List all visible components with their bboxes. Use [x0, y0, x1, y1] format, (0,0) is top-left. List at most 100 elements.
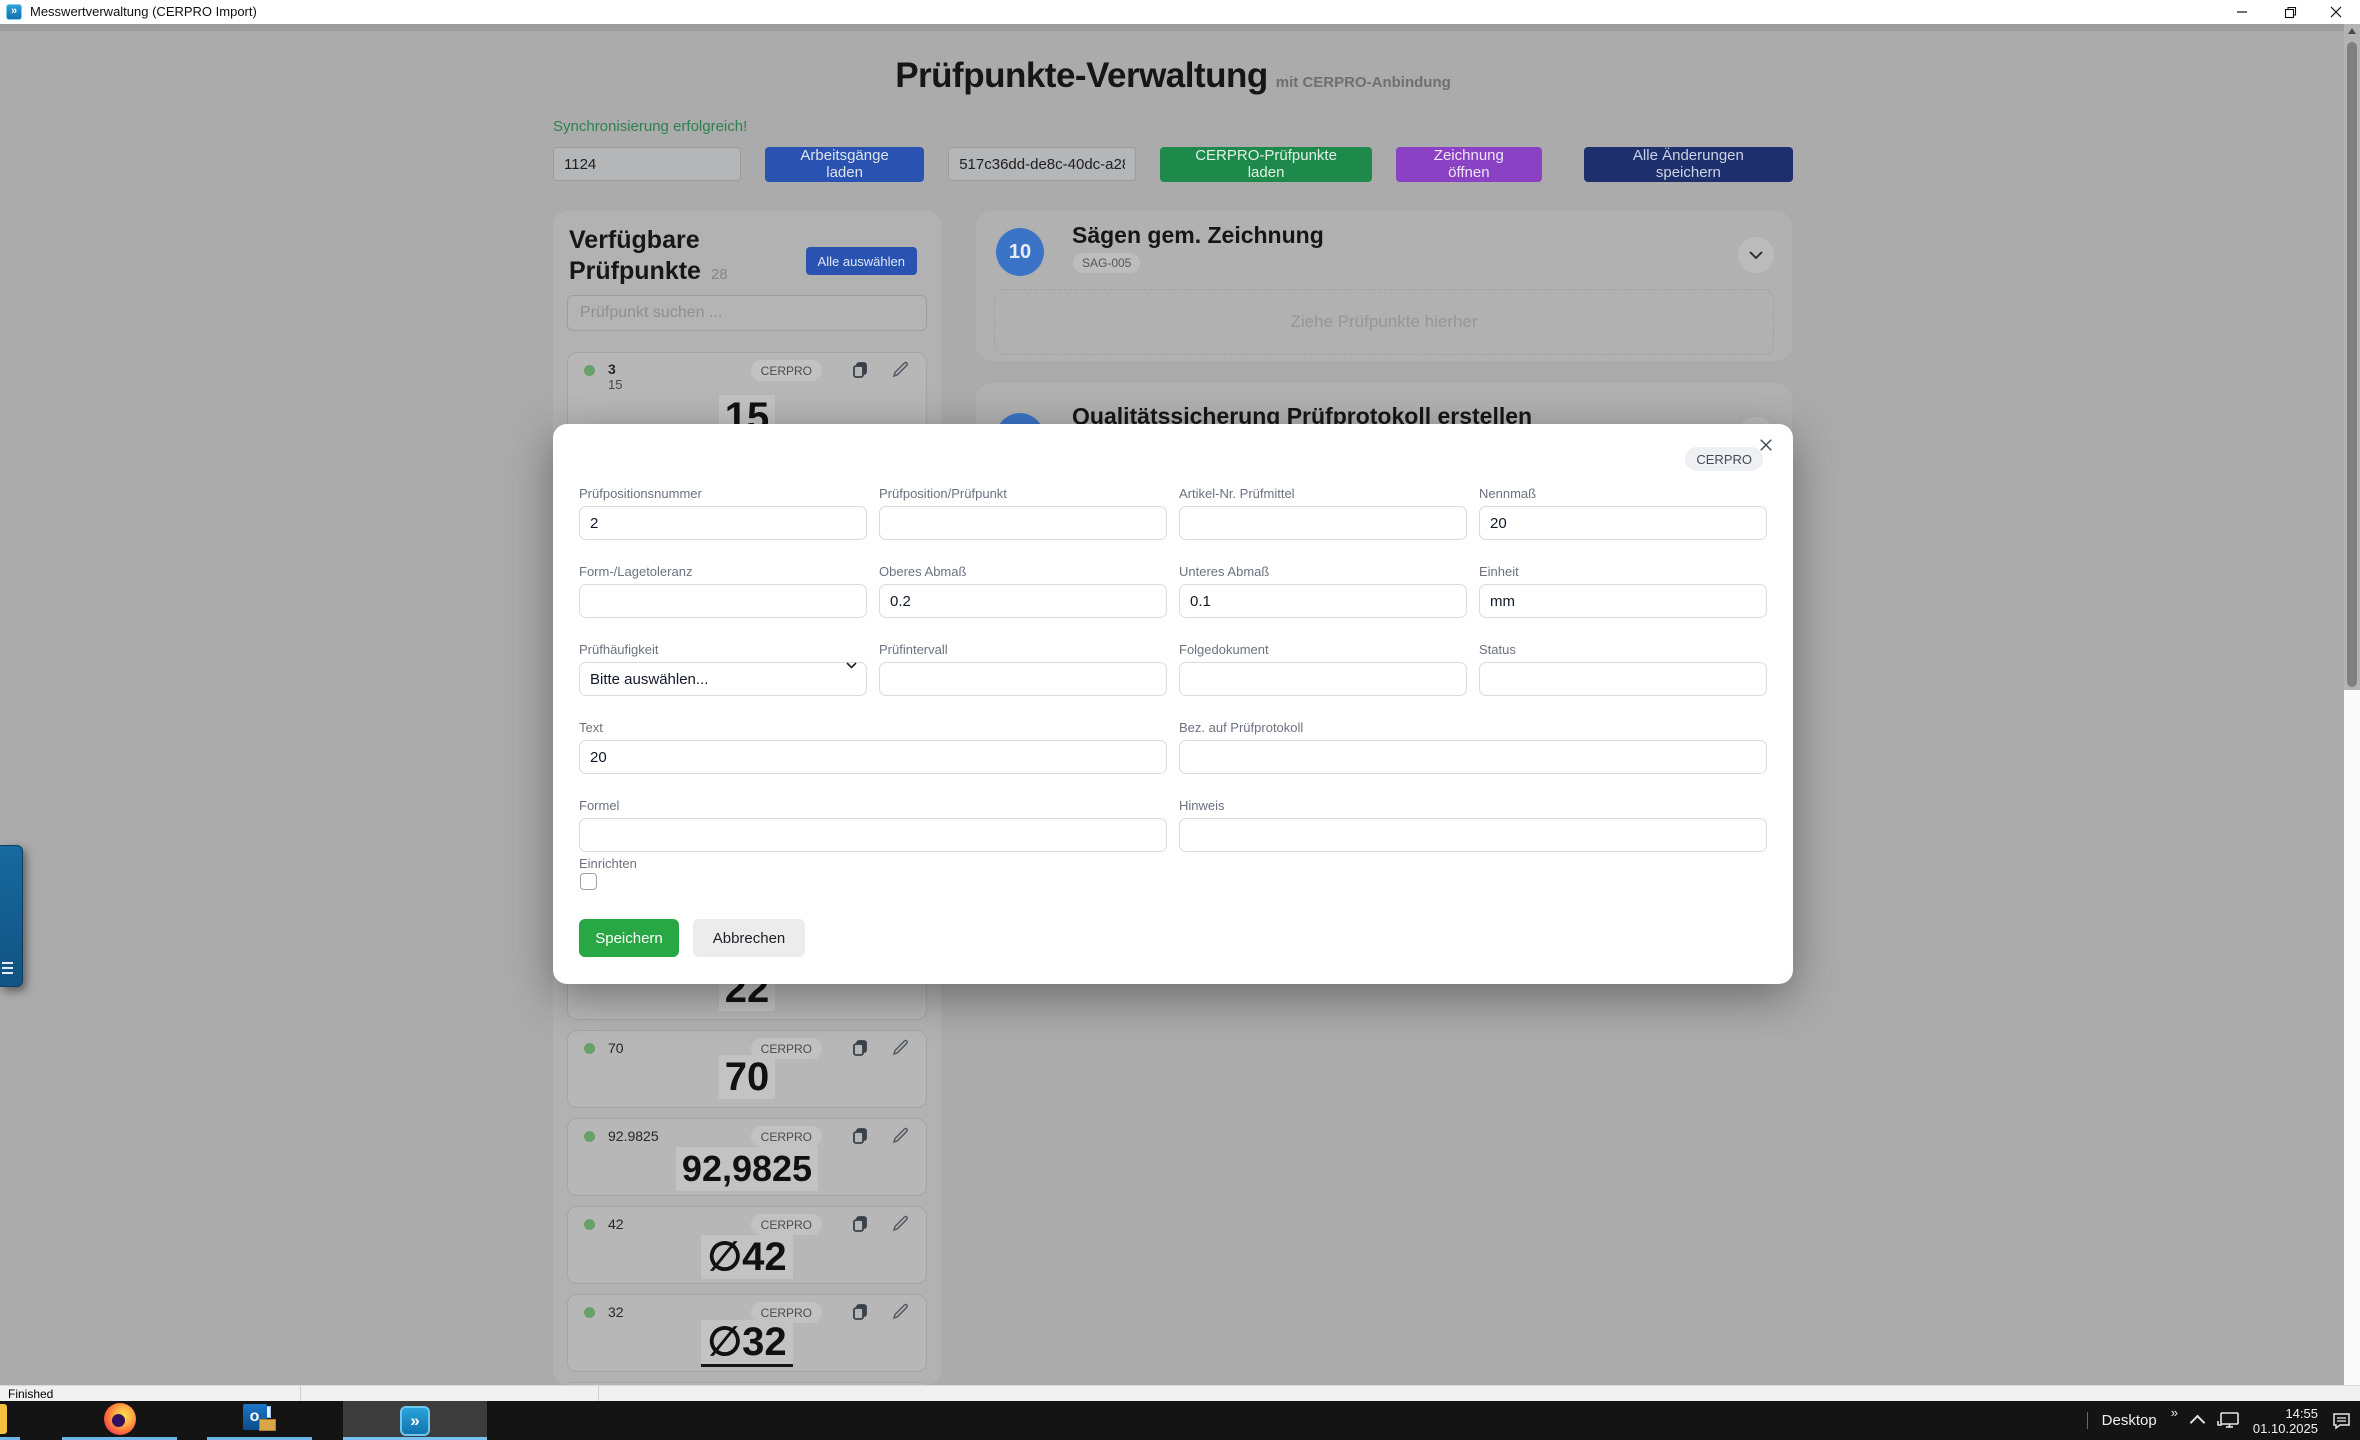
field-hinweis: Hinweis	[1179, 798, 1767, 852]
menu-icon	[2, 962, 13, 977]
docked-side-tab[interactable]	[0, 845, 23, 987]
panel-title: Verfügbare Prüfpunkte28	[569, 225, 728, 290]
field-oberes-abmass: Oberes Abmaß	[879, 564, 1167, 618]
item-name: 92.9825	[608, 1128, 659, 1144]
app-icon: »	[6, 4, 22, 20]
item-name: 42	[608, 1216, 624, 1232]
tray-divider	[2087, 1412, 2088, 1429]
copy-icon[interactable]	[850, 360, 870, 385]
field-pruefhaeufigkeit: Prüfhäufigkeit	[579, 642, 867, 696]
dropzone[interactable]: Ziehe Prüfpunkte hierher	[994, 289, 1774, 355]
select-chevron-icon	[846, 656, 857, 674]
status-bar: Finished	[0, 1385, 2360, 1402]
edit-icon[interactable]	[891, 360, 910, 384]
pruefpositionsnummer-input[interactable]	[579, 506, 867, 540]
item-value: 92,9825	[676, 1147, 818, 1191]
pruefposition-input[interactable]	[879, 506, 1167, 540]
status-input[interactable]	[1479, 662, 1767, 696]
clock[interactable]: 14:55 01.10.2025	[2253, 1406, 2318, 1436]
taskbar: o » Desktop » 14:55 01.10.2025	[0, 1401, 2360, 1440]
select-all-button[interactable]: Alle auswählen	[806, 247, 917, 275]
modal-close-icon[interactable]	[1753, 432, 1779, 458]
hinweis-input[interactable]	[1179, 818, 1767, 852]
scrollbar-track[interactable]	[2344, 690, 2360, 1385]
page-subtitle: mit CERPRO-Anbindung	[1276, 74, 1451, 91]
load-cerpro-button[interactable]: CERPRO-Prüfpunkte laden	[1160, 147, 1372, 182]
item-value: ∅42	[701, 1235, 792, 1279]
firefox-taskbar-button[interactable]	[62, 1401, 177, 1437]
field-text: Text	[579, 720, 1167, 774]
cerpro-badge: CERPRO	[751, 1126, 822, 1147]
outlook-icon: o	[243, 1404, 277, 1434]
field-folgedokument: Folgedokument	[1179, 642, 1467, 696]
field-unteres-abmass: Unteres Abmaß	[1179, 564, 1467, 618]
field-artikel: Artikel-Nr. Prüfmittel	[1179, 486, 1467, 540]
list-item[interactable]: 70 CERPRO 70	[567, 1030, 927, 1108]
desktop-toolbar[interactable]: Desktop	[2102, 1412, 2157, 1429]
open-drawing-button[interactable]: Zeichnung öffnen	[1396, 147, 1542, 182]
workflow-step-saegen: 10 Sägen gem. Zeichnung SAG-005 Ziehe Pr…	[976, 211, 1792, 361]
pruefintervall-input[interactable]	[879, 662, 1167, 696]
status-divider	[300, 1386, 301, 1402]
list-item[interactable]: 42 CERPRO ∅42	[567, 1206, 927, 1284]
points-count: 28	[711, 266, 728, 283]
outlook-taskbar-button[interactable]: o	[207, 1401, 312, 1437]
toleranz-input[interactable]	[579, 584, 867, 618]
modal-save-button[interactable]: Speichern	[579, 919, 679, 957]
close-button[interactable]	[2314, 0, 2358, 24]
order-number-input[interactable]	[553, 147, 741, 181]
status-divider	[598, 1386, 599, 1402]
status-dot-icon	[584, 1307, 595, 1318]
folgedokument-input[interactable]	[1179, 662, 1467, 696]
status-text: Finished	[8, 1387, 53, 1401]
step-code-badge: SAG-005	[1073, 253, 1140, 273]
pruefhaeufigkeit-select[interactable]	[579, 662, 867, 696]
partial-app-icon[interactable]	[0, 1404, 7, 1434]
search-input[interactable]	[567, 295, 927, 331]
oberes-abmass-input[interactable]	[879, 584, 1167, 618]
minimize-button[interactable]	[2220, 0, 2264, 24]
toolbar: Arbeitsgänge laden CERPRO-Prüfpunkte lad…	[553, 146, 1793, 182]
save-all-button[interactable]: Alle Änderungen speichern	[1584, 147, 1793, 182]
active-app-taskbar-button[interactable]: »	[343, 1401, 487, 1440]
scrollbar-up-icon[interactable]	[2348, 28, 2356, 34]
field-pruefintervall: Prüfintervall	[879, 642, 1167, 696]
einheit-input[interactable]	[1479, 584, 1767, 618]
messwertverwaltung-icon: »	[400, 1406, 430, 1436]
step-number-badge: 10	[996, 228, 1044, 276]
status-dot-icon	[584, 1219, 595, 1230]
item-value: ∅32	[701, 1320, 792, 1367]
einrichten-checkbox[interactable]	[580, 873, 597, 890]
artikel-input[interactable]	[1179, 506, 1467, 540]
item-name: 70	[608, 1040, 624, 1056]
field-toleranz: Form-/Lagetoleranz	[579, 564, 867, 618]
field-einheit: Einheit	[1479, 564, 1767, 618]
uuid-input[interactable]	[948, 147, 1136, 181]
modal-cerpro-badge: CERPRO	[1685, 447, 1763, 471]
clock-time: 14:55	[2253, 1406, 2318, 1421]
collapse-step-button[interactable]	[1738, 237, 1774, 273]
unteres-abmass-input[interactable]	[1179, 584, 1467, 618]
scrollbar-thumb[interactable]	[2347, 42, 2357, 687]
action-center-icon[interactable]	[2332, 1412, 2352, 1430]
toolbar-overflow-icon[interactable]: »	[2171, 1405, 2178, 1420]
restore-button[interactable]	[2268, 0, 2312, 24]
cerpro-badge: CERPRO	[751, 360, 822, 381]
list-item[interactable]: 92.9825 CERPRO 92,9825	[567, 1118, 927, 1196]
text-input[interactable]	[579, 740, 1167, 774]
page-title: Prüfpunkte-Verwaltungmit CERPRO-Anbindun…	[553, 56, 1793, 96]
item-name: 3	[608, 361, 622, 377]
item-subvalue: 15	[608, 377, 622, 392]
field-status: Status	[1479, 642, 1767, 696]
system-tray: Desktop » 14:55 01.10.2025	[2087, 1401, 2352, 1440]
load-operations-button[interactable]: Arbeitsgänge laden	[765, 147, 924, 182]
cerpro-badge: CERPRO	[751, 1214, 822, 1235]
nennmass-input[interactable]	[1479, 506, 1767, 540]
field-pruefpositionsnummer: Prüfpositionsnummer	[579, 486, 867, 540]
network-tray-icon[interactable]	[2217, 1412, 2239, 1430]
list-item[interactable]: 32 CERPRO ∅32	[567, 1294, 927, 1372]
bez-pruefprotokoll-input[interactable]	[1179, 740, 1767, 774]
modal-cancel-button[interactable]: Abbrechen	[693, 919, 805, 957]
formel-input[interactable]	[579, 818, 1167, 852]
hidden-icons-chevron[interactable]	[2190, 1415, 2206, 1431]
